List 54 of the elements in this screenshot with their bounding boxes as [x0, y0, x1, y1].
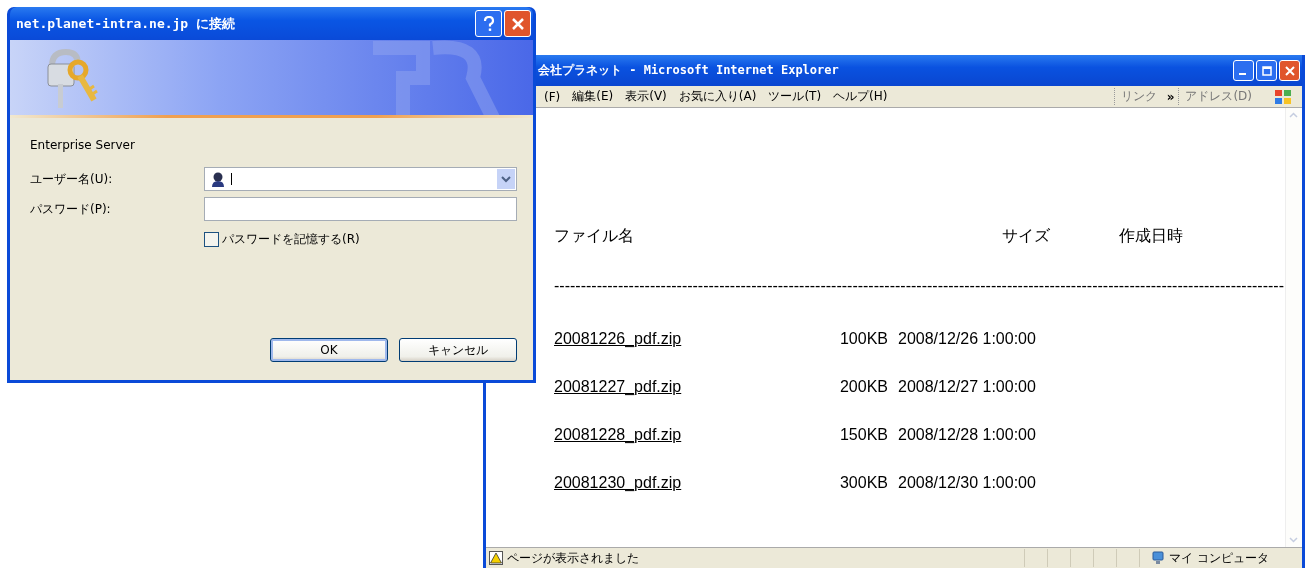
- links-button[interactable]: リンク: [1113, 88, 1163, 105]
- windows-logo-icon: [1274, 88, 1292, 105]
- window-title: 会社プラネット - Microsoft Internet Explorer: [538, 62, 839, 79]
- caret-icon: [501, 175, 511, 183]
- help-button[interactable]: [475, 10, 502, 37]
- minimize-button[interactable]: [1233, 60, 1254, 81]
- remember-checkbox[interactable]: [204, 232, 219, 247]
- close-button[interactable]: [1279, 60, 1300, 81]
- server-label: Enterprise Server: [30, 138, 136, 152]
- address-button[interactable]: アドレス(D): [1178, 88, 1258, 105]
- file-date: 2008/12/30 1:00:00: [898, 474, 1036, 492]
- maximize-icon: [1261, 65, 1272, 76]
- dialog-button[interactable]: OK: [270, 338, 388, 362]
- file-link[interactable]: 20081230_pdf.zip: [554, 474, 784, 492]
- close-icon: [510, 16, 525, 31]
- menu-item[interactable]: 編集(E): [566, 88, 620, 105]
- file-date: 2008/12/26 1:00:00: [898, 330, 1036, 348]
- column-header: ファイル名: [554, 226, 635, 246]
- file-link[interactable]: 20081228_pdf.zip: [554, 426, 784, 444]
- column-header: サイズ: [1002, 226, 1051, 246]
- zone-label: マイ コンピュータ: [1169, 549, 1269, 567]
- dropdown-button[interactable]: [497, 169, 515, 189]
- warning-page-icon: [489, 551, 503, 565]
- menu-item[interactable]: (F): [538, 89, 567, 104]
- dashed-rule-text: -----------------------------------------------------------------------------------------------------------------------------------------: [554, 276, 1284, 296]
- close-icon: [1284, 65, 1295, 76]
- file-link[interactable]: 20081227_pdf.zip: [554, 378, 784, 396]
- file-date: 2008/12/28 1:00:00: [898, 426, 1036, 444]
- remember-label: パスワードを記憶する(R): [222, 231, 360, 248]
- menu-item[interactable]: お気に入り(A): [672, 88, 763, 105]
- file-size: 300KB: [838, 474, 888, 492]
- dialog-title: net.planet-intra.ne.jp に接続: [16, 14, 235, 33]
- dialog-button[interactable]: キャンセル: [399, 338, 517, 362]
- column-header: 作成日時: [1119, 226, 1183, 246]
- file-size: 200KB: [838, 378, 888, 396]
- password-field[interactable]: [204, 197, 517, 221]
- status-message: ページが表示されました: [507, 549, 640, 567]
- menu-item[interactable]: ヘルプ(H): [827, 88, 894, 105]
- password-label: パスワード(P):: [30, 200, 112, 218]
- minimize-icon: [1238, 73, 1246, 75]
- file-size: 150KB: [838, 426, 888, 444]
- computer-icon: [1152, 551, 1164, 565]
- maximize-button[interactable]: [1256, 60, 1277, 81]
- username-combo-box[interactable]: [204, 167, 517, 191]
- file-date: 2008/12/27 1:00:00: [898, 378, 1036, 396]
- question-mark-icon: [481, 15, 496, 32]
- links-chevron[interactable]: »: [1162, 89, 1179, 104]
- menu-item[interactable]: ツール(T): [762, 88, 828, 105]
- file-link[interactable]: 20081226_pdf.zip: [554, 330, 784, 348]
- file-size: 100KB: [838, 330, 888, 348]
- close-button[interactable]: [504, 10, 531, 37]
- user-icon: [210, 171, 226, 187]
- username-label: ユーザー名(U):: [30, 170, 114, 188]
- menu-item[interactable]: 表示(V): [619, 88, 673, 105]
